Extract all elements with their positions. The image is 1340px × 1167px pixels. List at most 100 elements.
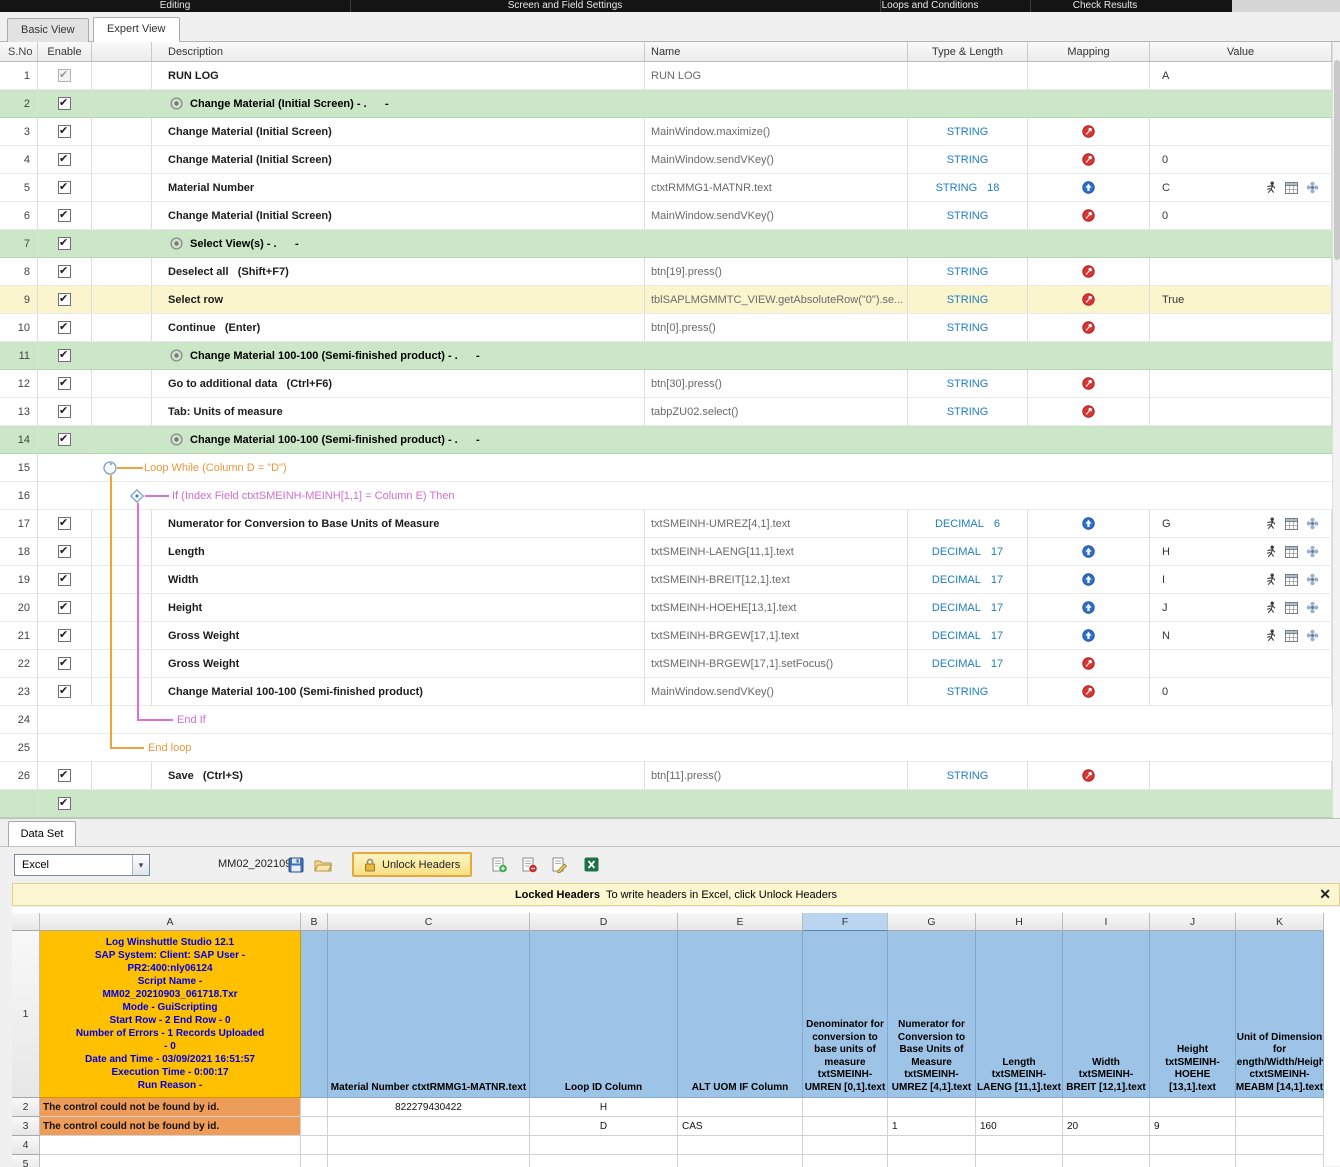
cell-C5[interactable]: [328, 1155, 530, 1167]
sheet-column-header-A[interactable]: A: [40, 913, 301, 931]
data-source-select[interactable]: Excel ▾: [14, 854, 150, 876]
script-row-13[interactable]: 13Tab: Units of measuretabpZU02.select()…: [0, 398, 1332, 426]
cell-E4[interactable]: [678, 1136, 803, 1155]
enable-checkbox[interactable]: [58, 433, 71, 446]
sheet-header-cell-K1[interactable]: Unit of Dimension for Length/Width/Heigh…: [1236, 931, 1324, 1098]
enable-checkbox[interactable]: [58, 601, 71, 614]
enable-checkbox[interactable]: [58, 97, 71, 110]
cell-J3[interactable]: 9: [1150, 1117, 1236, 1136]
enable-checkbox[interactable]: [58, 293, 71, 306]
log-cell[interactable]: Log Winshuttle Studio 12.1 SAP System: C…: [40, 931, 301, 1098]
script-row-10[interactable]: 10Continue (Enter)btn[0].press()STRING: [0, 314, 1332, 342]
script-row-26[interactable]: 26Save (Ctrl+S)btn[11].press()STRING: [0, 762, 1332, 790]
edit-sheet-icon[interactable]: [552, 857, 568, 873]
delete-record-icon[interactable]: [522, 857, 537, 873]
add-record-icon[interactable]: [492, 857, 507, 873]
properties-icon[interactable]: [1306, 629, 1319, 642]
enable-checkbox[interactable]: [58, 629, 71, 642]
cell-I2[interactable]: [1063, 1098, 1150, 1117]
cell-C4[interactable]: [328, 1136, 530, 1155]
script-row-14[interactable]: 14Change Material 100-100 (Semi-finished…: [0, 426, 1332, 454]
mapping-pinned-icon[interactable]: [1082, 321, 1095, 334]
sheet-column-header-C[interactable]: C: [328, 913, 530, 931]
table-icon[interactable]: [1285, 602, 1298, 614]
table-icon[interactable]: [1285, 182, 1298, 194]
cell-H2[interactable]: [976, 1098, 1063, 1117]
mapping-mapped-icon[interactable]: [1082, 517, 1095, 530]
script-row-23[interactable]: 23Change Material 100-100 (Semi-finished…: [0, 678, 1332, 706]
mapping-pinned-icon[interactable]: [1082, 125, 1095, 138]
sheet-column-header-I[interactable]: I: [1063, 913, 1150, 931]
cell-J4[interactable]: [1150, 1136, 1236, 1155]
enable-checkbox[interactable]: [58, 237, 71, 250]
mapping-pinned-icon[interactable]: [1082, 209, 1095, 222]
cell-D4[interactable]: [530, 1136, 678, 1155]
properties-icon[interactable]: [1306, 517, 1319, 530]
tab-basic-view[interactable]: Basic View: [7, 18, 89, 42]
script-row-9[interactable]: 9Select rowtblSAPLMGMMTC_VIEW.getAbsolut…: [0, 286, 1332, 314]
cell-F4[interactable]: [803, 1136, 888, 1155]
script-row-16[interactable]: 16If (Index Field ctxtSMEINH-MEINH[1,1] …: [0, 482, 1332, 510]
mapping-mapped-icon[interactable]: [1082, 601, 1095, 614]
enable-checkbox[interactable]: [58, 685, 71, 698]
script-row-11[interactable]: 11Change Material 100-100 (Semi-finished…: [0, 342, 1332, 370]
script-row-7[interactable]: 7Select View(s) - . -: [0, 230, 1332, 258]
cell-I5[interactable]: [1063, 1155, 1150, 1167]
enable-checkbox[interactable]: [58, 125, 71, 138]
script-row-8[interactable]: 8Deselect all (Shift+F7)btn[19].press()S…: [0, 258, 1332, 286]
run-icon[interactable]: [1265, 601, 1277, 614]
script-row-12[interactable]: 12Go to additional data (Ctrl+F6)btn[30]…: [0, 370, 1332, 398]
mapping-pinned-icon[interactable]: [1082, 293, 1095, 306]
cell-J2[interactable]: [1150, 1098, 1236, 1117]
properties-icon[interactable]: [1306, 573, 1319, 586]
header-description[interactable]: Description: [152, 42, 645, 61]
unlock-headers-button[interactable]: Unlock Headers: [352, 852, 472, 877]
cell-C3[interactable]: [328, 1117, 530, 1136]
cell-G3[interactable]: 1: [888, 1117, 976, 1136]
cell-D3[interactable]: D: [530, 1117, 678, 1136]
header-sno[interactable]: S.No▲: [0, 42, 38, 61]
script-row-25[interactable]: 25End loop: [0, 734, 1332, 762]
enable-checkbox[interactable]: [58, 545, 71, 558]
sheet-header-cell-I1[interactable]: Width txtSMEINH-BREIT [12,1].text: [1063, 931, 1150, 1098]
sheet-header-cell-B1[interactable]: [301, 931, 328, 1098]
cell-C2[interactable]: 822279430422: [328, 1098, 530, 1117]
sheet-column-header-G[interactable]: G: [888, 913, 976, 931]
enable-checkbox[interactable]: [58, 657, 71, 670]
sheet-row-header-1[interactable]: 1: [12, 931, 40, 1098]
script-row[interactable]: [0, 790, 1332, 818]
header-name[interactable]: Name: [645, 42, 908, 61]
run-icon[interactable]: [1265, 545, 1277, 558]
cell-D5[interactable]: [530, 1155, 678, 1167]
script-row-20[interactable]: 20HeighttxtSMEINH-HOEHE[13,1].textDECIMA…: [0, 594, 1332, 622]
properties-icon[interactable]: [1306, 181, 1319, 194]
grid-scrollbar-thumb[interactable]: [1334, 60, 1340, 260]
header-value[interactable]: Value: [1150, 42, 1332, 61]
script-row-3[interactable]: 3Change Material (Initial Screen)MainWin…: [0, 118, 1332, 146]
properties-icon[interactable]: [1306, 545, 1319, 558]
enable-checkbox[interactable]: [58, 209, 71, 222]
enable-checkbox[interactable]: [58, 573, 71, 586]
script-row-21[interactable]: 21Gross WeighttxtSMEINH-BRGEW[17,1].text…: [0, 622, 1332, 650]
script-row-24[interactable]: 24End If: [0, 706, 1332, 734]
cell-K4[interactable]: [1236, 1136, 1324, 1155]
cell-B2[interactable]: [301, 1098, 328, 1117]
cell-K2[interactable]: [1236, 1098, 1324, 1117]
cell-B4[interactable]: [301, 1136, 328, 1155]
tab-data-set[interactable]: Data Set: [8, 821, 76, 846]
sheet-row-header-2[interactable]: 2: [12, 1098, 40, 1117]
sheet-header-cell-J1[interactable]: Height txtSMEINH-HOEHE [13,1].text: [1150, 931, 1236, 1098]
sheet-row-header-5[interactable]: 5: [12, 1155, 40, 1167]
enable-checkbox[interactable]: [58, 181, 71, 194]
mapping-pinned-icon[interactable]: [1082, 153, 1095, 166]
sheet-column-header-F[interactable]: F: [803, 913, 888, 931]
sheet-header-cell-F1[interactable]: Denominator for conversion to base units…: [803, 931, 888, 1098]
enable-checkbox[interactable]: [58, 69, 71, 82]
mapping-pinned-icon[interactable]: [1082, 265, 1095, 278]
table-icon[interactable]: [1285, 518, 1298, 530]
cell-H5[interactable]: [976, 1155, 1063, 1167]
sheet-column-header-E[interactable]: E: [678, 913, 803, 931]
save-icon[interactable]: [288, 857, 304, 873]
cell-G5[interactable]: [888, 1155, 976, 1167]
cell-B5[interactable]: [301, 1155, 328, 1167]
